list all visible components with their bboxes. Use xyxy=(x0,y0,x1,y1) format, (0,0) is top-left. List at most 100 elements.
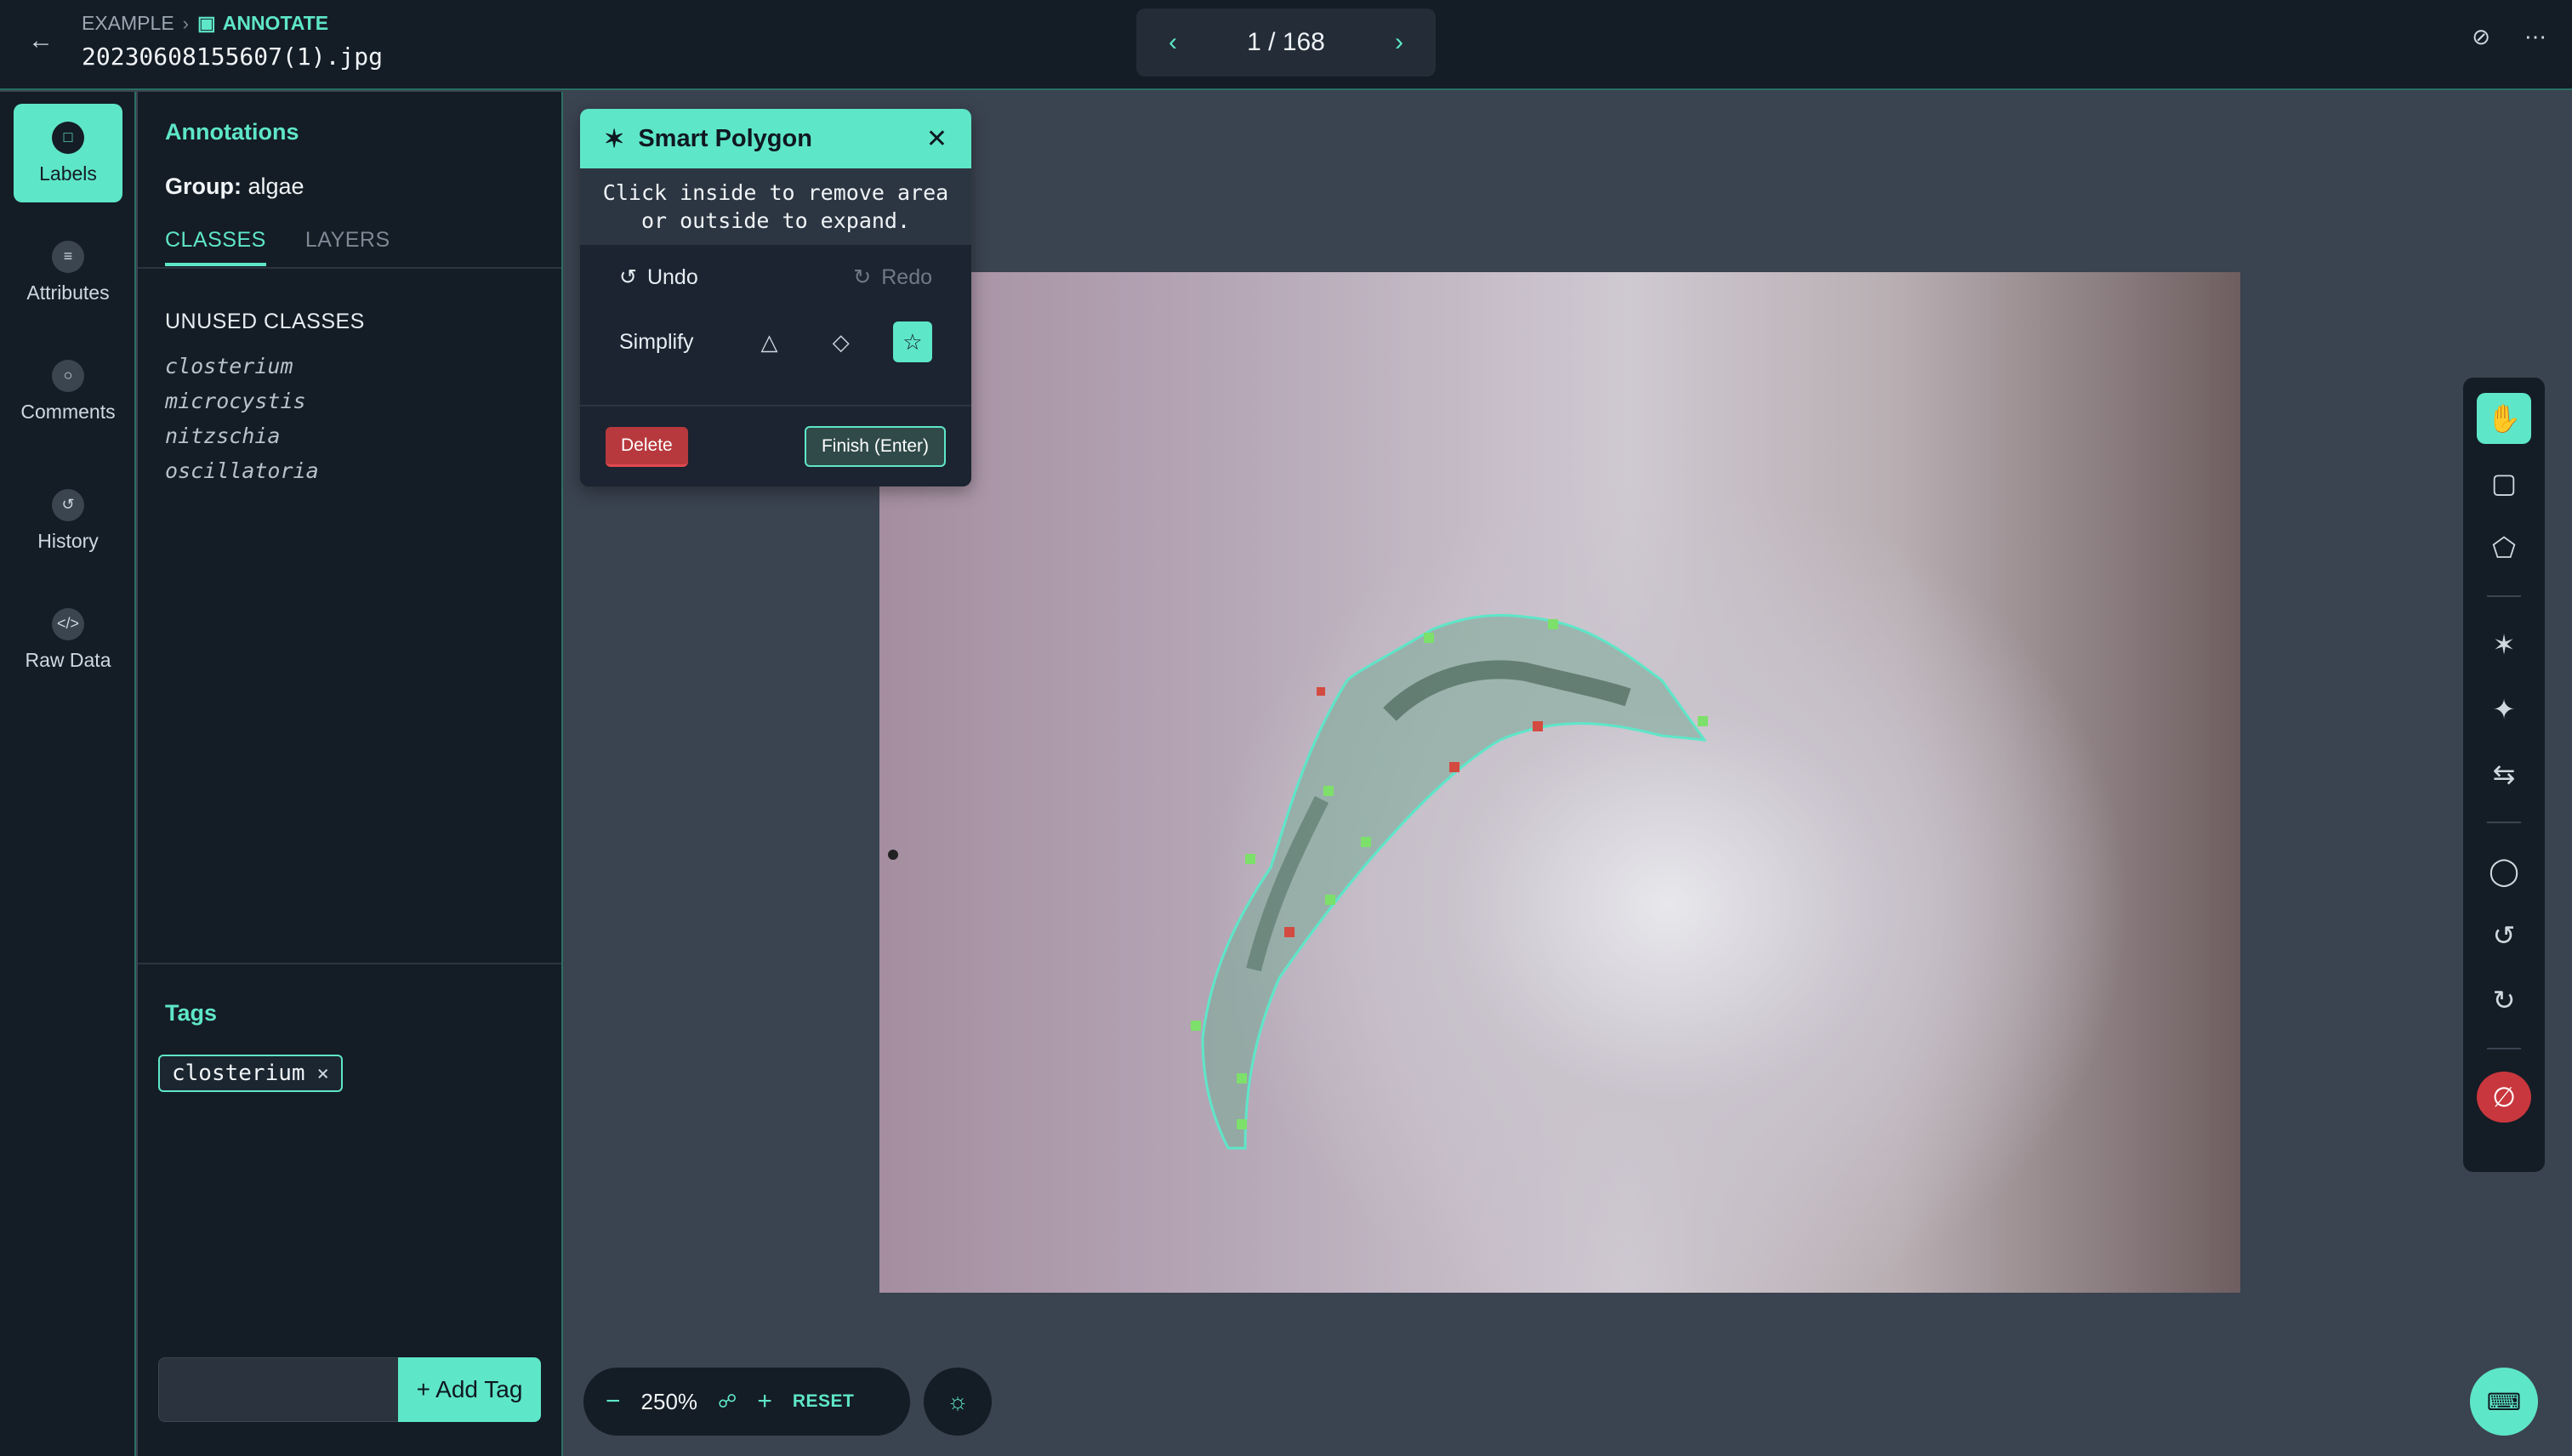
polygon-vertex[interactable] xyxy=(1245,854,1255,864)
tags-divider xyxy=(138,963,561,964)
class-item[interactable]: closterium xyxy=(165,354,319,378)
undo-icon[interactable]: ↺ xyxy=(2477,910,2531,961)
redo-label: Redo xyxy=(881,264,932,289)
comment-icon[interactable]: ◯ xyxy=(2477,845,2531,896)
chevron-right-icon: › xyxy=(182,12,189,34)
smart-polygon-popup: ✶ Smart Polygon ✕ Click inside to remove… xyxy=(580,109,971,486)
next-image-icon[interactable]: › xyxy=(1395,28,1403,57)
brightness-icon[interactable]: ☼ xyxy=(924,1368,992,1436)
redo-icon: ↻ xyxy=(853,265,872,289)
remove-tag-icon[interactable]: × xyxy=(317,1061,329,1085)
right-toolbar: ✋ ▢ ⬠ ✶ ✦ ⇆ ◯ ↺ ↻ ∅ xyxy=(2463,378,2545,1172)
image-speck xyxy=(888,850,898,860)
class-item[interactable]: microcystis xyxy=(165,389,319,413)
magic-wand-icon[interactable]: ✦ xyxy=(2477,684,2531,735)
group-row: Group: algae xyxy=(165,173,304,200)
polygon-vertex[interactable] xyxy=(1191,1021,1201,1031)
rail-item-attributes[interactable]: ≡ Attributes xyxy=(14,223,122,321)
polygon-vertex[interactable] xyxy=(1548,619,1558,629)
rail-item-label: History xyxy=(37,529,99,552)
top-bar: ← EXAMPLE › ▣ ANNOTATE 20230608155607(1)… xyxy=(0,0,2572,90)
page-counter: 1 / 168 xyxy=(1247,28,1325,56)
undo-button[interactable]: ↺ Undo xyxy=(619,264,698,290)
rail-item-history[interactable]: ↺ History xyxy=(14,471,122,570)
smart-polygon-icon: ✶ xyxy=(604,125,625,153)
tab-layers[interactable]: LAYERS xyxy=(305,228,390,266)
keyboard-icon[interactable]: ⌨ xyxy=(2470,1368,2538,1436)
smart-polygon-title: Smart Polygon xyxy=(638,124,812,152)
tag-input[interactable] xyxy=(158,1357,400,1422)
tag-label: closterium xyxy=(172,1061,305,1086)
undo-redo-row: ↺ Undo ↻ Redo xyxy=(580,245,971,310)
polygon-vertex[interactable] xyxy=(1698,716,1708,726)
star-icon[interactable]: ☆ xyxy=(892,321,933,362)
unused-classes-title: UNUSED CLASSES xyxy=(165,310,365,333)
list-icon: ≡ xyxy=(52,240,84,273)
polygon-vertex[interactable] xyxy=(1325,895,1335,905)
add-tag-button[interactable]: + Add Tag xyxy=(398,1357,541,1422)
annotation-image[interactable] xyxy=(879,272,2240,1293)
diamond-icon[interactable]: ◇ xyxy=(822,321,861,362)
undo-icon: ↺ xyxy=(619,265,637,289)
top-right-actions: ⊘ ⋯ xyxy=(2472,24,2546,50)
polygon-vertex-negative[interactable] xyxy=(1317,687,1325,696)
class-item[interactable]: oscillatoria xyxy=(165,458,319,483)
class-item[interactable]: nitzschia xyxy=(165,424,319,448)
tabs-divider xyxy=(138,267,561,269)
finish-button[interactable]: Finish (Enter) xyxy=(804,426,946,467)
rail-item-labels[interactable]: □ Labels xyxy=(14,104,122,202)
breadcrumb-mode-label: ANNOTATE xyxy=(222,12,329,34)
redo-button[interactable]: ↻ Redo xyxy=(853,264,932,290)
rail-item-comments[interactable]: ○ Comments xyxy=(14,342,122,441)
tag-chip: closterium × xyxy=(158,1055,343,1092)
redo-icon[interactable]: ↻ xyxy=(2477,975,2531,1026)
tags-title: Tags xyxy=(165,1000,218,1026)
left-rail: □ Labels ≡ Attributes ○ Comments ↺ Histo… xyxy=(0,92,136,1456)
zoom-controls: − 250% ☍ + RESET xyxy=(583,1368,910,1436)
bounding-box-icon[interactable]: ▢ xyxy=(2477,458,2531,509)
message-line: or outside to expand. xyxy=(640,208,911,233)
delete-button[interactable]: Delete xyxy=(606,426,688,467)
file-name: 20230608155607(1).jpg xyxy=(82,43,384,71)
rail-item-raw-data[interactable]: </> Raw Data xyxy=(14,590,122,689)
polygon-vertex[interactable] xyxy=(1237,1119,1247,1129)
panel-title: Annotations xyxy=(165,119,299,145)
group-value: algae xyxy=(248,173,304,199)
breadcrumb-project[interactable]: EXAMPLE xyxy=(82,12,174,35)
close-icon[interactable]: ✕ xyxy=(926,124,947,154)
toolbar-divider xyxy=(2487,822,2521,823)
polygon-vertex-negative[interactable] xyxy=(1449,762,1460,772)
reset-button[interactable]: RESET xyxy=(793,1391,855,1412)
lock-icon[interactable]: ☍ xyxy=(718,1391,737,1413)
tab-classes[interactable]: CLASSES xyxy=(165,228,266,266)
polygon-overlay[interactable] xyxy=(879,272,2240,1293)
rail-item-label: Attributes xyxy=(26,281,110,304)
undo-label: Undo xyxy=(646,264,698,289)
annotate-icon: ▣ xyxy=(196,12,216,34)
zoom-in-icon[interactable]: + xyxy=(757,1387,772,1416)
zoom-out-icon[interactable]: − xyxy=(606,1387,621,1416)
back-arrow-icon[interactable]: ← xyxy=(24,24,58,58)
toolbar-divider xyxy=(2487,595,2521,597)
polygon-vertex-negative[interactable] xyxy=(1284,927,1295,937)
pan-hand-icon[interactable]: ✋ xyxy=(2477,393,2531,444)
breadcrumb: EXAMPLE › ▣ ANNOTATE xyxy=(82,12,328,35)
polygon-vertex[interactable] xyxy=(1424,633,1434,643)
null-annotation-icon[interactable]: ∅ xyxy=(2477,1072,2531,1123)
polygon-vertex-negative[interactable] xyxy=(1533,721,1543,731)
polygon-vertex[interactable] xyxy=(1361,837,1371,847)
breadcrumb-mode: ▣ ANNOTATE xyxy=(197,12,328,35)
prev-image-icon[interactable]: ‹ xyxy=(1169,28,1177,57)
hide-icon[interactable]: ⊘ xyxy=(2472,24,2490,50)
simplify-row: Simplify △ ◇ ☆ xyxy=(580,310,971,374)
annotations-panel: Annotations Group: algae CLASSES LAYERS … xyxy=(138,92,563,1456)
polygon-vertex[interactable] xyxy=(1323,786,1334,796)
polygon-vertex[interactable] xyxy=(1237,1073,1247,1083)
repeat-icon[interactable]: ⇆ xyxy=(2477,748,2531,799)
triangle-icon[interactable]: △ xyxy=(749,321,788,362)
message-line: Click inside to remove area xyxy=(602,180,949,205)
rail-item-label: Raw Data xyxy=(25,648,111,671)
polygon-icon[interactable]: ⬠ xyxy=(2477,522,2531,573)
more-icon[interactable]: ⋯ xyxy=(2524,24,2546,50)
smart-polygon-tool-icon[interactable]: ✶ xyxy=(2477,619,2531,670)
